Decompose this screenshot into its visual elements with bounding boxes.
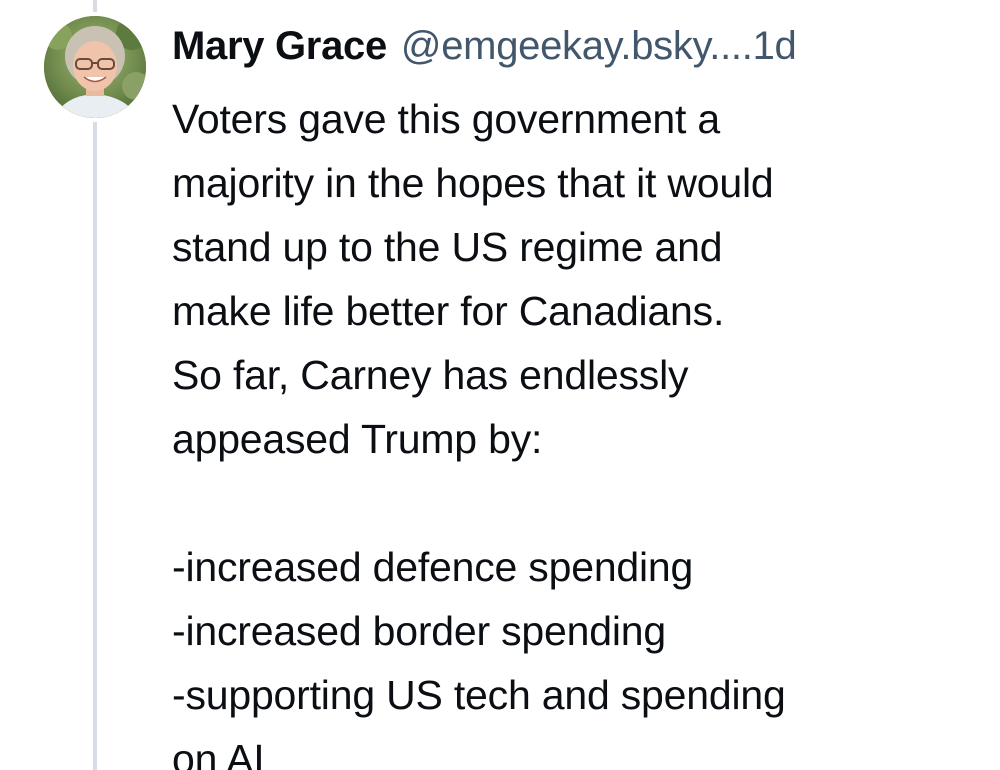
thread-connector-line — [93, 122, 97, 770]
author-display-name[interactable]: Mary Grace — [172, 20, 387, 72]
thread-connector-top — [93, 0, 97, 12]
body-line: stand up to the US regime and — [172, 224, 723, 270]
post-card[interactable]: Mary Grace @emgeekay.bsky.... 1d Voters … — [0, 0, 1000, 770]
list-item: on AI — [172, 736, 265, 770]
author-handle[interactable]: @emgeekay.bsky.... — [401, 20, 753, 72]
post-body: Voters gave this government a majority i… — [172, 87, 982, 770]
body-line: majority in the hopes that it would — [172, 160, 774, 206]
post-header: Mary Grace @emgeekay.bsky.... 1d — [172, 20, 972, 72]
list-item: -increased border spending — [172, 608, 666, 654]
avatar[interactable] — [44, 16, 146, 118]
list-item: -increased defence spending — [172, 544, 694, 590]
body-line: make life better for Canadians. — [172, 288, 725, 334]
body-line: So far, Carney has endlessly — [172, 352, 689, 398]
body-line: appeased Trump by: — [172, 416, 543, 462]
post-timestamp[interactable]: 1d — [753, 20, 797, 72]
body-line: Voters gave this government a — [172, 96, 721, 142]
list-item: -supporting US tech and spending — [172, 672, 786, 718]
profile-photo-avatar-icon — [44, 16, 146, 118]
